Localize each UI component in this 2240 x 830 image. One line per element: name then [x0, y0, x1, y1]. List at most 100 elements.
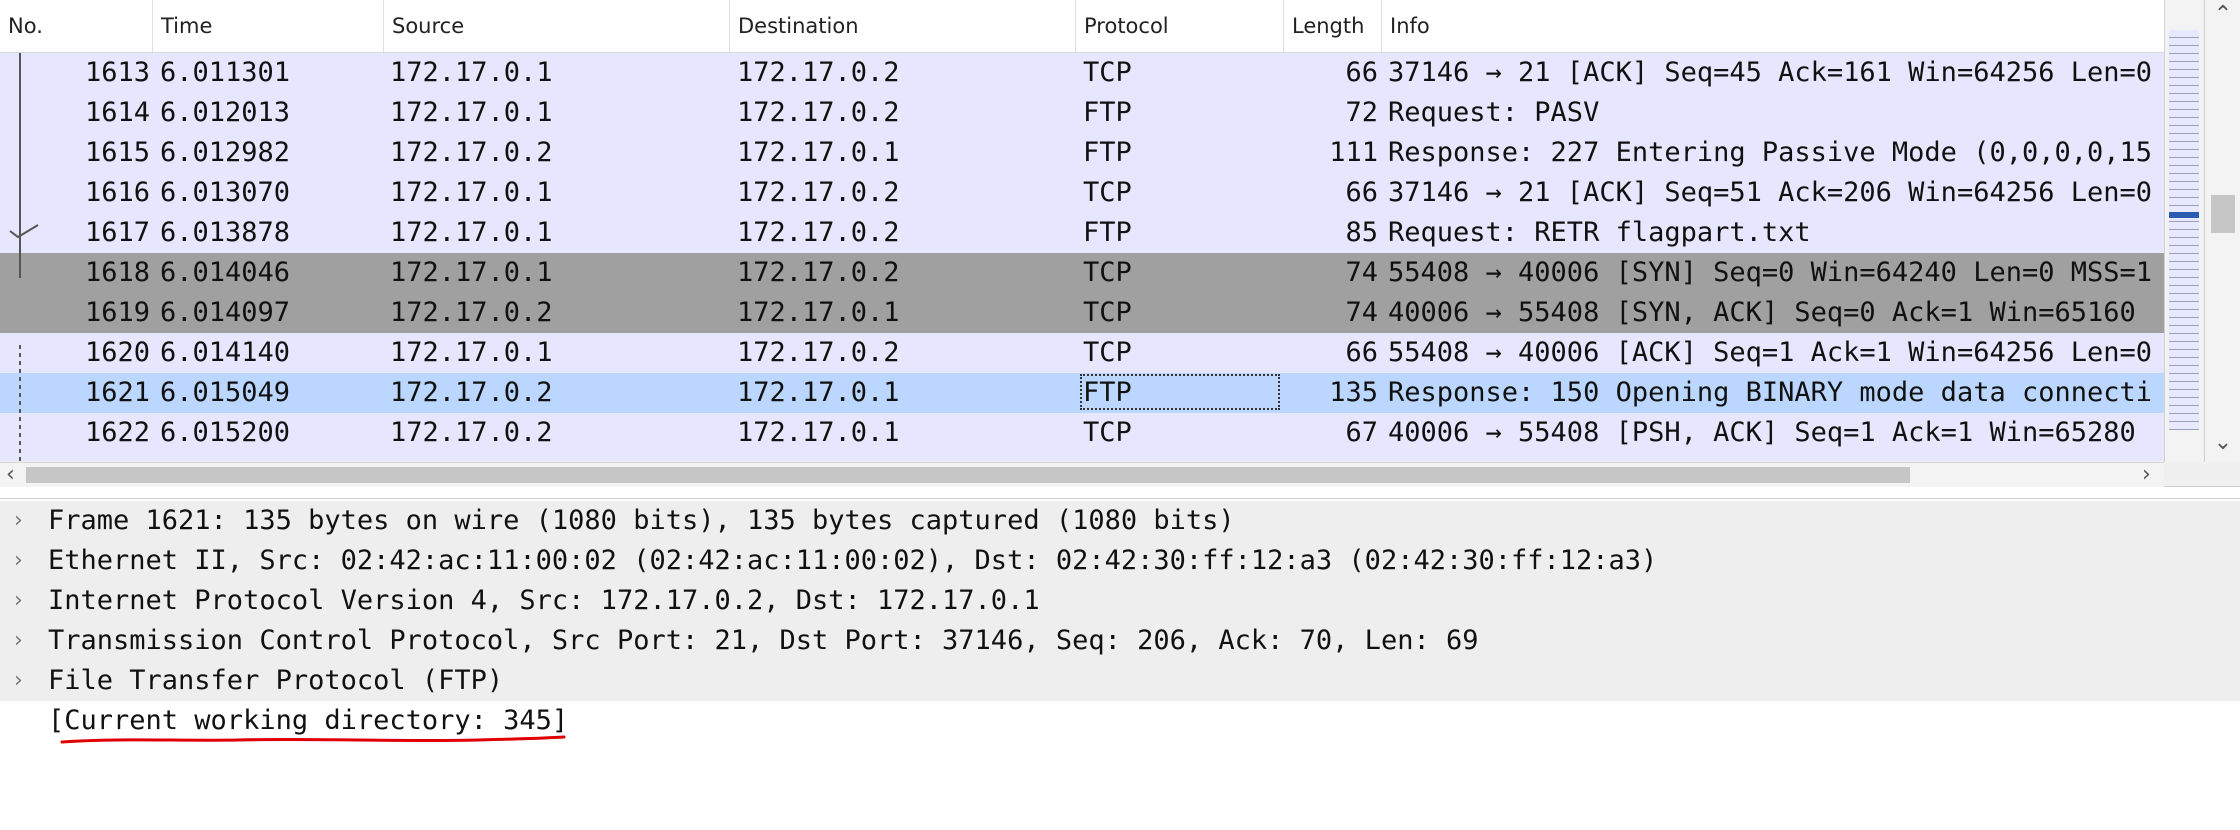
vertical-scroll-thumb[interactable]: [2211, 195, 2235, 233]
packet-number: 1621: [84, 377, 150, 408]
packet-source: 172.17.0.2: [390, 137, 553, 168]
packet-row[interactable]: 1616 6.013070 172.17.0.1 172.17.0.2 TCP …: [0, 173, 2164, 213]
packet-info: Response: 150 Opening BINARY mode data c…: [1388, 377, 2153, 408]
packet-info: 55408 → 40006 [SYN] Seq=0 Win=64240 Len=…: [1388, 257, 2153, 288]
packet-protocol: TCP: [1083, 177, 1132, 208]
packet-row-partial[interactable]: [0, 453, 2164, 461]
packet-number: 1620: [84, 337, 150, 368]
packet-row[interactable]: 1619 6.014097 172.17.0.2 172.17.0.1 TCP …: [0, 293, 2164, 333]
detail-tree-item-ethernet[interactable]: › Ethernet II, Src: 02:42:ac:11:00:02 (0…: [0, 541, 2240, 581]
detail-tree-item-ftp[interactable]: › File Transfer Protocol (FTP): [0, 661, 2240, 701]
chevron-left-icon[interactable]: ‹: [6, 463, 15, 487]
packet-destination: 172.17.0.1: [737, 297, 900, 328]
packet-info: Request: PASV: [1388, 97, 1600, 128]
vertical-scrollbar[interactable]: ⌃ ⌄: [2204, 0, 2240, 462]
packet-length: 72: [1345, 97, 1378, 128]
detail-text: Internet Protocol Version 4, Src: 172.17…: [48, 585, 1040, 616]
packet-source: 172.17.0.1: [390, 257, 553, 288]
packet-protocol: TCP: [1083, 57, 1132, 88]
packet-length: 66: [1345, 57, 1378, 88]
packet-list: 1613 6.011301 172.17.0.1 172.17.0.2 TCP …: [0, 53, 2164, 461]
packet-time: 6.012982: [160, 137, 291, 168]
packet-time: 6.014046: [160, 257, 291, 288]
red-underline-annotation: [60, 735, 566, 744]
horizontal-scrollbar[interactable]: ‹ ›: [0, 462, 2164, 487]
detail-tree-item-frame[interactable]: › Frame 1621: 135 bytes on wire (1080 bi…: [0, 501, 2240, 541]
horizontal-scroll-thumb[interactable]: [26, 467, 1910, 483]
packet-source: 172.17.0.2: [390, 377, 553, 408]
chevron-right-icon[interactable]: ›: [14, 541, 34, 581]
packet-length: 85: [1345, 217, 1378, 248]
minimap-rows: [2169, 30, 2199, 430]
packet-length: 74: [1345, 257, 1378, 288]
packet-info: 37146 → 21 [ACK] Seq=45 Ack=161 Win=6425…: [1388, 57, 2153, 88]
chevron-down-icon[interactable]: ⌄: [2205, 430, 2240, 455]
packet-destination: 172.17.0.2: [737, 177, 900, 208]
packet-row[interactable]: 1620 6.014140 172.17.0.1 172.17.0.2 TCP …: [0, 333, 2164, 373]
packet-list-minimap[interactable]: [2164, 0, 2203, 462]
detail-text: Transmission Control Protocol, Src Port:…: [48, 625, 1479, 656]
packet-number: 1615: [84, 137, 150, 168]
packet-source: 172.17.0.1: [390, 177, 553, 208]
packet-details-pane: › Frame 1621: 135 bytes on wire (1080 bi…: [0, 498, 2240, 830]
packet-time: 6.015049: [160, 377, 291, 408]
packet-length: 111: [1329, 137, 1378, 168]
packet-number: 1622: [84, 417, 150, 448]
packet-time: 6.012013: [160, 97, 291, 128]
packet-protocol: FTP: [1083, 137, 1132, 168]
packet-info: 37146 → 21 [ACK] Seq=51 Ack=206 Win=6425…: [1388, 177, 2153, 208]
packet-row[interactable]: 1622 6.015200 172.17.0.2 172.17.0.1 TCP …: [0, 413, 2164, 453]
packet-row[interactable]: 1618 6.014046 172.17.0.1 172.17.0.2 TCP …: [0, 253, 2164, 293]
packet-row-selected[interactable]: 1621 6.015049 172.17.0.2 172.17.0.1 FTP …: [0, 373, 2164, 413]
column-header-time[interactable]: Time: [153, 0, 384, 52]
packet-info: 40006 → 55408 [SYN, ACK] Seq=0 Ack=1 Win…: [1388, 297, 2136, 328]
related-packet-line: [19, 53, 21, 278]
packet-source: 172.17.0.1: [390, 97, 553, 128]
column-header-length[interactable]: Length: [1284, 0, 1382, 52]
packet-list-pane: No. Time Source Destination Protocol Len…: [0, 0, 2240, 487]
packet-length: 74: [1345, 297, 1378, 328]
packet-row[interactable]: 1614 6.012013 172.17.0.1 172.17.0.2 FTP …: [0, 93, 2164, 133]
packet-source: 172.17.0.2: [390, 297, 553, 328]
packet-length: 135: [1329, 377, 1378, 408]
chevron-right-icon[interactable]: ›: [14, 501, 34, 541]
related-packet-checkmark-icon: [9, 224, 39, 239]
detail-text: File Transfer Protocol (FTP): [48, 665, 504, 696]
packet-info: Request: RETR flagpart.txt: [1388, 217, 1811, 248]
column-header-destination[interactable]: Destination: [730, 0, 1076, 52]
packet-row[interactable]: 1615 6.012982 172.17.0.2 172.17.0.1 FTP …: [0, 133, 2164, 173]
chevron-right-icon[interactable]: ›: [14, 581, 34, 621]
packet-source: 172.17.0.1: [390, 337, 553, 368]
packet-length: 66: [1345, 337, 1378, 368]
chevron-right-icon[interactable]: ›: [14, 661, 34, 701]
detail-tree-item-tcp[interactable]: › Transmission Control Protocol, Src Por…: [0, 621, 2240, 661]
packet-source: 172.17.0.1: [390, 57, 553, 88]
packet-length: 67: [1345, 417, 1378, 448]
detail-tree-item-ipv4[interactable]: › Internet Protocol Version 4, Src: 172.…: [0, 581, 2240, 621]
packet-protocol: TCP: [1083, 417, 1132, 448]
packet-destination: 172.17.0.1: [737, 417, 900, 448]
chevron-right-icon[interactable]: ›: [14, 621, 34, 661]
column-header-info[interactable]: Info: [1382, 0, 2164, 52]
minimap-selected-marker: [2169, 212, 2199, 218]
packet-time: 6.011301: [160, 57, 291, 88]
packet-destination: 172.17.0.2: [737, 97, 900, 128]
packet-time: 6.015200: [160, 417, 291, 448]
packet-info: 55408 → 40006 [ACK] Seq=1 Ack=1 Win=6425…: [1388, 337, 2153, 368]
packet-destination: 172.17.0.2: [737, 57, 900, 88]
column-header-no[interactable]: No.: [0, 0, 153, 52]
column-header-protocol[interactable]: Protocol: [1076, 0, 1284, 52]
packet-time: 6.013878: [160, 217, 291, 248]
packet-protocol: TCP: [1083, 297, 1132, 328]
detail-text: Ethernet II, Src: 02:42:ac:11:00:02 (02:…: [48, 545, 1658, 576]
packet-time: 6.014140: [160, 337, 291, 368]
packet-length: 66: [1345, 177, 1378, 208]
packet-destination: 172.17.0.2: [737, 217, 900, 248]
chevron-right-icon[interactable]: ›: [2142, 463, 2151, 487]
packet-row[interactable]: 1617 6.013878 172.17.0.1 172.17.0.2 FTP …: [0, 213, 2164, 253]
packet-info: Response: 227 Entering Passive Mode (0,0…: [1388, 137, 2153, 168]
column-header-source[interactable]: Source: [384, 0, 730, 52]
packet-row[interactable]: 1613 6.011301 172.17.0.1 172.17.0.2 TCP …: [0, 53, 2164, 93]
chevron-up-icon[interactable]: ⌃: [2205, 2, 2240, 27]
detail-text: Frame 1621: 135 bytes on wire (1080 bits…: [48, 505, 1235, 536]
